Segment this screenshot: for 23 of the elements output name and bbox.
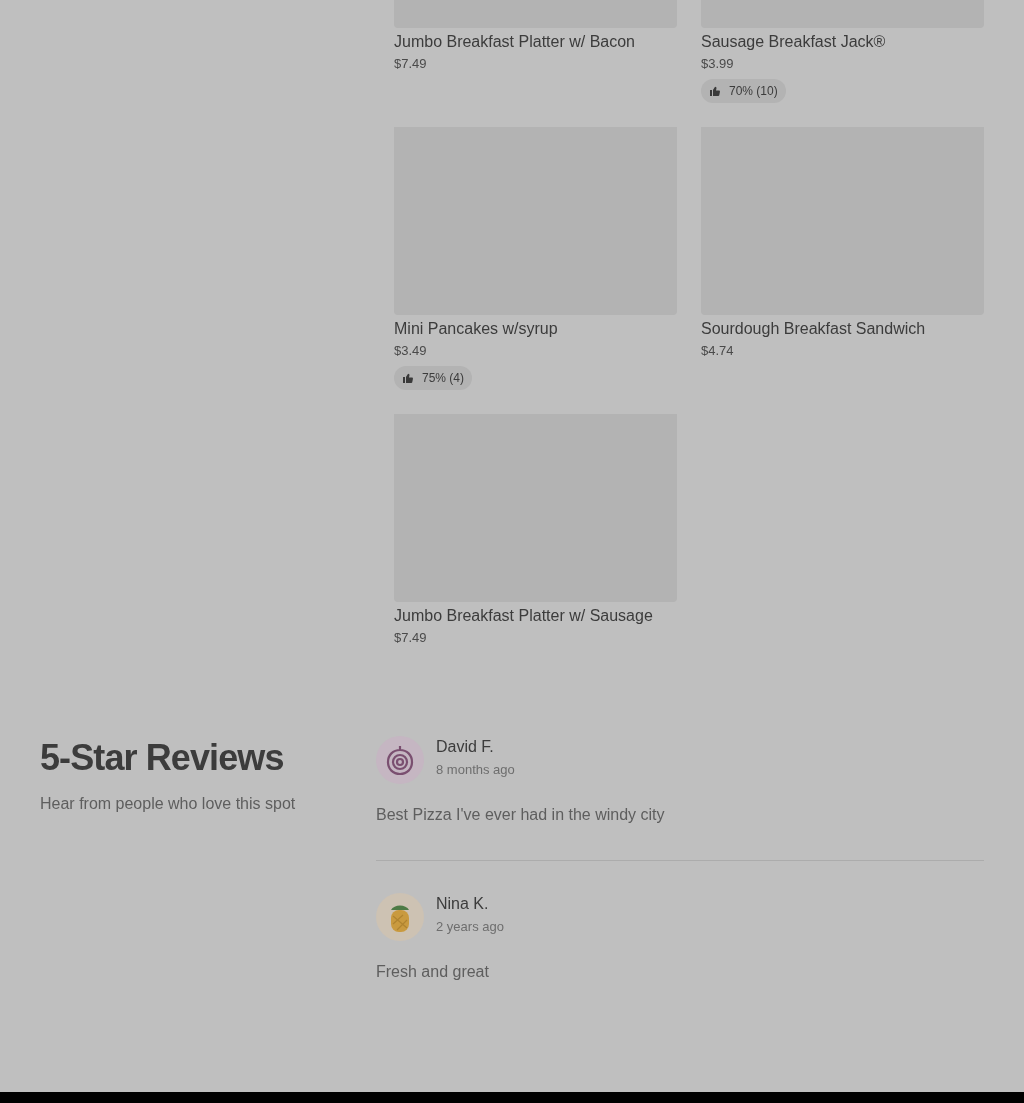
thumbs-up-icon: [709, 85, 721, 97]
thumbs-up-icon: [402, 372, 414, 384]
review-text: Best Pizza I've ever had in the windy city: [376, 805, 666, 825]
item-price: $3.99: [701, 55, 734, 73]
rating-text: 70% (10): [729, 83, 778, 100]
item-name: Jumbo Breakfast Platter w/ Bacon: [394, 32, 635, 52]
item-price: $7.49: [394, 55, 427, 73]
section-title: 5-Star Reviews: [40, 736, 285, 780]
rating-text: 75% (4): [422, 370, 465, 387]
item-price: $7.49: [394, 629, 427, 647]
reviewer-name: David F.: [436, 737, 495, 757]
review-time: 8 months ago: [436, 762, 515, 778]
item-name: Sausage Breakfast Jack®: [701, 32, 886, 52]
item-price: $4.74: [701, 342, 734, 360]
onion-icon: [385, 744, 415, 776]
reviewer-name: Nina K.: [436, 894, 490, 914]
item-price: $3.49: [394, 342, 427, 360]
section-subtitle: Hear from people who love this spot: [40, 794, 297, 814]
item-name: Sourdough Breakfast Sandwich: [701, 319, 926, 339]
item-name: Mini Pancakes w/syrup: [394, 319, 558, 339]
review-text: Fresh and great: [376, 962, 490, 982]
item-name: Jumbo Breakfast Platter w/ Sausage: [394, 606, 653, 626]
review-time: 2 years ago: [436, 919, 504, 935]
